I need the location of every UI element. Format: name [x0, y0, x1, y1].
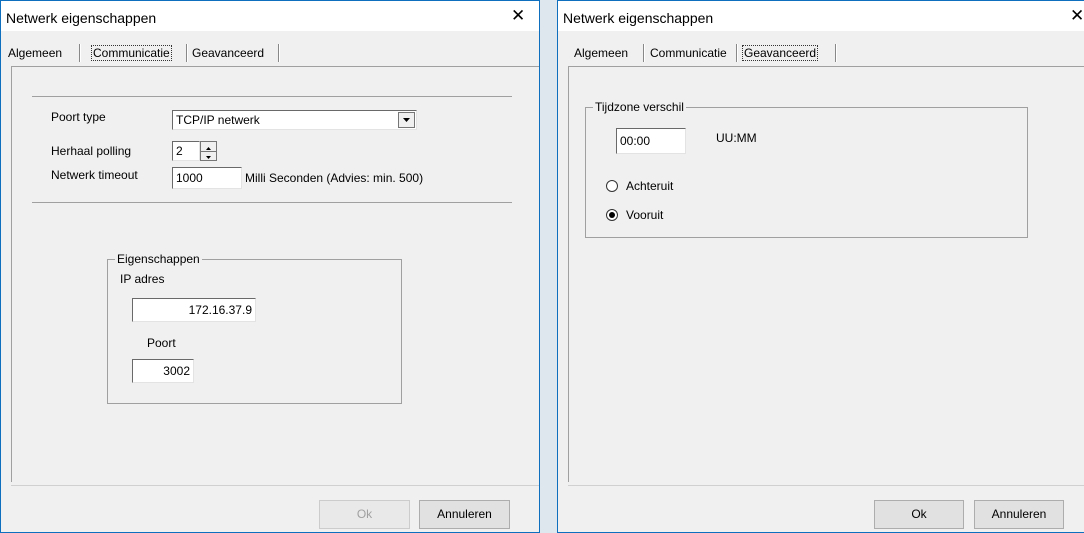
tab-separator [643, 44, 645, 62]
tab-algemeen[interactable]: Algemeen [8, 43, 62, 63]
divider [11, 485, 539, 486]
poort-input[interactable]: 3002 [132, 359, 194, 383]
tab-separator [736, 44, 738, 62]
radio-achteruit[interactable] [606, 180, 618, 192]
title-bar: Netwerk eigenschappen ✕ [558, 1, 1084, 31]
divider [568, 485, 1084, 486]
network-properties-dialog-communicatie: Netwerk eigenschappen ✕ Algemeen Communi… [0, 0, 540, 533]
polling-spinner[interactable] [200, 141, 217, 161]
triangle-down-icon[interactable] [201, 151, 216, 160]
tijdzone-legend: Tijdzone verschil [593, 100, 686, 114]
tab-separator [79, 44, 81, 62]
title-bar: Netwerk eigenschappen ✕ [1, 1, 539, 31]
radio-vooruit-label: Vooruit [626, 208, 664, 222]
time-offset-input[interactable]: 00:00 [616, 128, 686, 154]
cancel-button[interactable]: Annuleren [974, 500, 1064, 529]
radio-achteruit-label: Achteruit [626, 179, 674, 193]
tab-label: Geavanceerd [742, 45, 819, 61]
herhaal-polling-label: Herhaal polling [51, 144, 132, 158]
tab-separator [186, 44, 188, 62]
ok-button[interactable]: Ok [874, 500, 964, 529]
tab-geavanceerd[interactable]: Geavanceerd [192, 43, 264, 63]
tab-separator [835, 44, 837, 62]
netwerk-timeout-input[interactable]: 1000 [172, 167, 242, 189]
tab-communicatie[interactable]: Communicatie [91, 43, 172, 63]
radio-vooruit[interactable] [606, 209, 618, 221]
time-unit-label: UU:MM [716, 131, 757, 145]
ip-adres-label: IP adres [120, 272, 165, 286]
tab-separator [278, 44, 280, 62]
herhaal-polling-input[interactable]: 2 [172, 141, 200, 161]
poort-type-select[interactable]: TCP/IP netwerk [172, 110, 417, 130]
eigenschappen-legend: Eigenschappen [115, 252, 202, 266]
tab-algemeen[interactable]: Algemeen [574, 43, 628, 63]
tab-geavanceerd[interactable]: Geavanceerd [742, 43, 819, 63]
ok-button[interactable]: Ok [319, 500, 410, 529]
tab-communicatie[interactable]: Communicatie [650, 43, 727, 63]
network-properties-dialog-geavanceerd: Netwerk eigenschappen ✕ Algemeen Communi… [557, 0, 1084, 533]
netwerk-timeout-label: Netwerk timeout [51, 168, 138, 182]
radio-selected-dot [609, 212, 615, 218]
poort-type-label: Poort type [51, 110, 106, 124]
dialog-title: Netwerk eigenschappen [563, 10, 714, 26]
tab-label: Communicatie [91, 45, 172, 61]
close-icon[interactable]: ✕ [511, 7, 525, 24]
close-icon[interactable]: ✕ [1070, 7, 1084, 24]
dialog-title: Netwerk eigenschappen [6, 10, 157, 26]
poort-type-value: TCP/IP netwerk [176, 113, 260, 127]
chevron-down-icon[interactable] [398, 112, 415, 128]
cancel-button[interactable]: Annuleren [419, 500, 510, 529]
netwerk-timeout-unit: Milli Seconden (Advies: min. 500) [245, 171, 424, 185]
poort-label: Poort [147, 336, 176, 350]
ip-adres-input[interactable]: 172.16.37.9 [132, 298, 256, 322]
